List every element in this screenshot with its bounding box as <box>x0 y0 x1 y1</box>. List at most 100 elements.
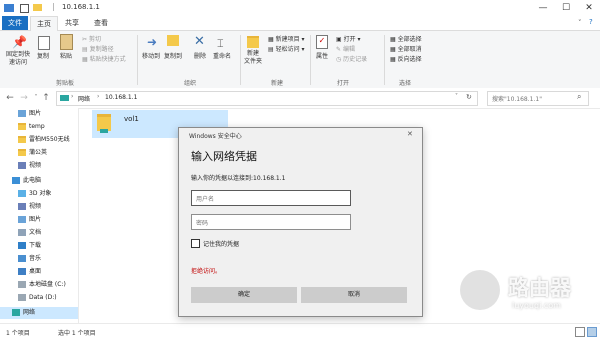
rename-icon: ⌶ <box>217 37 224 50</box>
dialog-close-button[interactable]: ✕ <box>407 130 413 138</box>
select-none-button[interactable]: ▦ 全部取消 <box>390 44 422 53</box>
breadcrumb-host[interactable]: 10.168.1.1 <box>105 94 137 101</box>
history-button[interactable]: ◷ 历史记录 <box>336 54 367 63</box>
music-icon <box>18 255 26 262</box>
ok-button[interactable]: 确定 <box>191 287 297 303</box>
nav-item-this-pc[interactable]: 此电脑 <box>12 175 41 187</box>
remember-label[interactable]: 记住我的凭据 <box>203 239 239 248</box>
edit-button[interactable]: ✎ 编辑 <box>336 44 355 53</box>
easy-access-button[interactable]: ▤ 轻松访问 ▾ <box>268 44 305 53</box>
quick-access-folder-icon[interactable] <box>33 4 42 11</box>
tab-home[interactable]: 主页 <box>30 16 58 31</box>
address-box[interactable]: › 网络 › 10.168.1.1 ˅ ↻ <box>56 91 478 106</box>
nav-item-desktop[interactable]: 桌面 <box>18 266 41 278</box>
nav-item-drive-d[interactable]: Data (D:) <box>18 292 57 304</box>
quick-access-checkbox-icon[interactable] <box>20 4 29 13</box>
title-bar: | 10.168.1.1 — ☐ ✕ <box>0 0 600 17</box>
nav-item-music[interactable]: 音乐 <box>18 253 41 265</box>
paste-shortcut-button[interactable]: ▦ 粘贴快捷方式 <box>82 54 126 63</box>
pin-to-quick-access-button[interactable]: 固定到快 速访问 <box>5 51 31 67</box>
watermark: 路由器 luyouqi.com <box>460 270 590 314</box>
forward-button[interactable]: → <box>18 91 30 105</box>
search-icon[interactable]: ⌕ <box>577 92 581 102</box>
selected-count: 选中 1 个项目 <box>58 330 96 337</box>
nav-item-pictures-pc[interactable]: 图片 <box>18 214 41 226</box>
nav-item-videos-quick[interactable]: 视频 <box>18 160 41 172</box>
refresh-icon[interactable]: ↻ <box>466 93 472 101</box>
invert-selection-button[interactable]: ▦ 反向选择 <box>390 54 422 63</box>
nav-item-documents[interactable]: 文档 <box>18 227 41 239</box>
network-icon <box>12 309 20 316</box>
properties-button[interactable]: 属性 <box>313 51 331 60</box>
copy-to-button[interactable]: 复制到 <box>162 51 184 60</box>
ribbon-expand-icon[interactable]: ˅ <box>578 19 582 27</box>
clipboard-group-label: 剪贴板 <box>55 80 74 87</box>
tab-file[interactable]: 文件 <box>2 16 28 30</box>
shared-folder-name: vol1 <box>124 115 139 123</box>
nav-item-pictures[interactable]: 图片 <box>18 108 41 120</box>
delete-button[interactable]: 删除 <box>189 51 211 60</box>
search-box[interactable]: 搜索"10.168.1.1" ⌕ <box>487 91 589 106</box>
folder-icon <box>18 136 26 143</box>
nav-item-label: 雷柏M550无线 <box>29 136 70 143</box>
move-to-button[interactable]: 移动到 <box>140 51 162 60</box>
nav-item-label: Data (D:) <box>29 294 57 301</box>
nav-item-videos[interactable]: 视频 <box>18 201 41 213</box>
help-icon[interactable]: ? <box>589 18 593 26</box>
close-button[interactable]: ✕ <box>580 0 598 16</box>
ribbon-separator <box>137 35 138 85</box>
invert-selection-label: 反向选择 <box>397 56 422 63</box>
nav-item-network[interactable]: 网络 <box>0 307 78 319</box>
watermark-logo-icon <box>460 270 500 310</box>
navigation-pane: 图片 temp 雷柏M550无线 蒲公英 视频 此电脑 3D 对象 视频 图片 … <box>0 108 79 323</box>
new-item-button[interactable]: ▦ 新建项目 ▾ <box>268 34 305 43</box>
username-input[interactable]: 用户名 <box>196 194 214 203</box>
shared-folder-network-icon <box>100 129 108 133</box>
address-dropdown-icon[interactable]: ˅ <box>455 93 458 100</box>
minimize-button[interactable]: — <box>534 0 552 16</box>
up-button[interactable]: ↑ <box>40 91 52 105</box>
edit-label: 编辑 <box>342 46 355 53</box>
open-button[interactable]: ▣ 打开 ▾ <box>336 34 361 43</box>
breadcrumb-network[interactable]: 网络 <box>78 94 90 103</box>
videos-icon <box>18 162 26 169</box>
nav-item-3d-objects[interactable]: 3D 对象 <box>18 188 51 200</box>
new-item-label: 新建项目 <box>275 36 300 43</box>
remember-checkbox[interactable] <box>191 239 200 248</box>
search-input[interactable]: 搜索"10.168.1.1" <box>492 94 542 103</box>
nav-item-temp[interactable]: temp <box>18 121 45 133</box>
credentials-dialog: Windows 安全中心 ✕ 输入网络凭据 输入你的凭据以连接到:10.168.… <box>178 127 423 317</box>
nav-item-drive-c[interactable]: 本地磁盘 (C:) <box>18 279 66 291</box>
copy-button[interactable]: 复制 <box>34 51 52 60</box>
rename-button[interactable]: 重命名 <box>210 51 234 60</box>
nav-item-rapoo[interactable]: 雷柏M550无线 <box>18 134 70 146</box>
password-field[interactable]: 密码 <box>191 214 351 230</box>
copy-path-button[interactable]: ▤ 复制路径 <box>82 44 114 53</box>
nav-item-label: 蒲公英 <box>29 149 48 156</box>
password-input[interactable]: 密码 <box>196 218 208 227</box>
details-view-icon[interactable] <box>575 327 585 337</box>
cancel-button[interactable]: 取消 <box>301 287 407 303</box>
history-label: 历史记录 <box>343 56 368 63</box>
username-field[interactable]: 用户名 <box>191 190 351 206</box>
new-folder-icon <box>247 36 259 48</box>
nav-item-downloads[interactable]: 下载 <box>18 240 41 252</box>
network-location-icon <box>60 95 69 101</box>
status-bar: 1 个项目 选中 1 个项目 <box>0 323 600 339</box>
nav-item-label: 图片 <box>29 110 42 117</box>
documents-icon <box>18 229 26 236</box>
paste-button[interactable]: 粘贴 <box>56 51 76 60</box>
tab-share[interactable]: 共享 <box>59 16 85 30</box>
large-icons-view-icon[interactable] <box>587 327 597 337</box>
pin-icon: 📌 <box>12 35 27 49</box>
back-button[interactable]: ← <box>4 91 16 105</box>
nav-item-pugongying[interactable]: 蒲公英 <box>18 147 47 159</box>
cut-button[interactable]: ✂ 剪切 <box>82 34 101 43</box>
select-all-button[interactable]: ▦ 全部选择 <box>390 34 422 43</box>
new-folder-button[interactable]: 新建 文件夹 <box>240 50 266 66</box>
maximize-button[interactable]: ☐ <box>557 0 575 16</box>
nav-item-label: 音乐 <box>29 255 42 262</box>
drive-icon <box>18 281 26 288</box>
tab-view[interactable]: 查看 <box>88 16 114 30</box>
address-bar: ← → ˅ ↑ › 网络 › 10.168.1.1 ˅ ↻ 搜索"10.168.… <box>0 88 600 109</box>
